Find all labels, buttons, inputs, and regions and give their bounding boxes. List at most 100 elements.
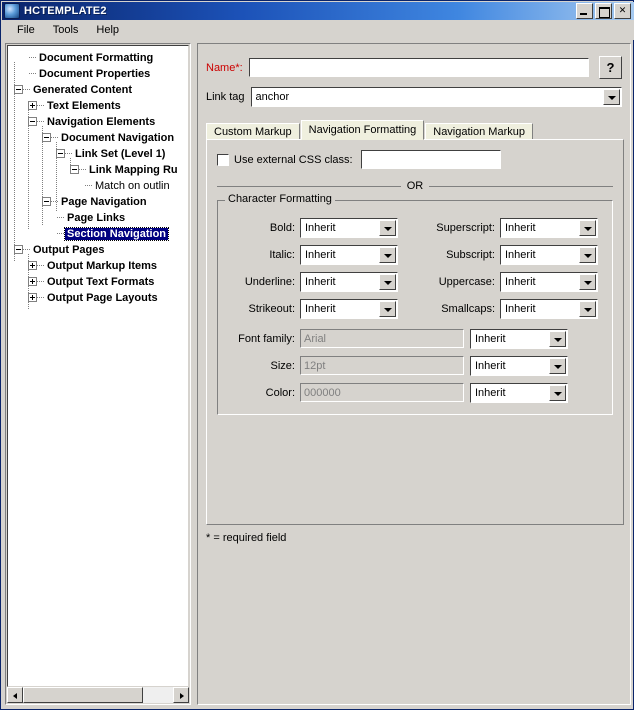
tree-node[interactable]: Document Formatting	[8, 50, 188, 66]
tree-node-label: Text Elements	[47, 100, 121, 112]
collapse-icon[interactable]	[14, 85, 23, 94]
tree-node[interactable]: Output Page Layouts	[8, 290, 188, 306]
char-combobox-right[interactable]: Inherit	[500, 298, 598, 319]
chevron-down-icon[interactable]	[602, 89, 620, 105]
char-combobox-right[interactable]: Inherit	[500, 244, 598, 265]
link-tag-combobox[interactable]: anchor	[250, 87, 622, 107]
maximize-button[interactable]	[595, 3, 612, 19]
char-label-left: Underline:	[244, 275, 295, 288]
separator-line-right	[429, 185, 613, 187]
collapse-icon[interactable]	[28, 117, 37, 126]
splitter-divider[interactable]	[191, 43, 196, 705]
tree-connector	[37, 121, 45, 122]
font-mode-combobox[interactable]: Inherit	[470, 355, 568, 376]
character-formatting-grid: Bold: Inherit Superscript: Inherit Italic: In…	[217, 214, 613, 322]
font-mode-combobox[interactable]: Inherit	[470, 382, 568, 403]
navigation-tree[interactable]: Document Formatting Document Properties Ge…	[8, 46, 188, 310]
menu-tools[interactable]: Tools	[44, 22, 88, 38]
chevron-down-icon[interactable]	[549, 357, 566, 374]
tab-navigation-markup[interactable]: Navigation Markup	[425, 123, 533, 140]
character-format-row: Bold: Inherit Superscript: Inherit	[217, 214, 613, 241]
char-combobox-left[interactable]: Inherit	[300, 217, 398, 238]
scroll-right-arrow-icon[interactable]	[173, 687, 189, 703]
tree-horizontal-scrollbar[interactable]	[7, 687, 189, 703]
tree-node[interactable]: Output Text Formats	[8, 274, 188, 290]
name-input[interactable]	[248, 58, 589, 77]
character-formatting-title: Character Formatting	[225, 193, 335, 205]
tree-viewport[interactable]: Document Formatting Document Properties Ge…	[7, 45, 189, 687]
tree-connector-vertical	[70, 158, 71, 174]
collapse-icon[interactable]	[70, 165, 79, 174]
char-combobox-right[interactable]: Inherit	[500, 217, 598, 238]
tree-node[interactable]: Page Links	[8, 210, 188, 226]
tree-node[interactable]: Document Navigation	[8, 130, 188, 146]
menu-file[interactable]: File	[8, 22, 44, 38]
chevron-down-icon[interactable]	[379, 300, 396, 317]
chevron-down-icon[interactable]	[379, 246, 396, 263]
chevron-down-icon[interactable]	[579, 300, 596, 317]
use-external-css-checkbox[interactable]	[217, 153, 229, 166]
scrollbar-thumb[interactable]	[23, 687, 143, 703]
font-value-input[interactable]	[300, 329, 464, 348]
expand-icon[interactable]	[28, 277, 37, 286]
tree-node[interactable]: Page Navigation	[8, 194, 188, 210]
help-button[interactable]: ?	[599, 56, 622, 79]
tree-node[interactable]: Text Elements	[8, 98, 188, 114]
collapse-icon[interactable]	[42, 133, 51, 142]
tree-connector-vertical	[28, 110, 29, 230]
font-value-input[interactable]	[300, 383, 464, 402]
css-class-input[interactable]	[360, 150, 501, 169]
chevron-down-icon[interactable]	[579, 273, 596, 290]
tab-navigation-formatting[interactable]: Navigation Formatting	[300, 120, 425, 140]
tab-strip: Custom Markup Navigation Formatting Navi…	[206, 120, 624, 140]
tree-node-label: Output Markup Items	[47, 260, 158, 272]
char-combobox-left[interactable]: Inherit	[300, 244, 398, 265]
chevron-down-icon[interactable]	[379, 273, 396, 290]
expand-icon[interactable]	[28, 293, 37, 302]
minimize-button[interactable]	[576, 3, 593, 19]
char-combobox-right[interactable]: Inherit	[500, 271, 598, 292]
expand-icon[interactable]	[28, 261, 37, 270]
char-value-right: Inherit	[505, 221, 536, 234]
character-format-row: Italic: Inherit Subscript: Inherit	[217, 241, 613, 268]
tree-node[interactable]: Navigation Elements	[8, 114, 188, 130]
font-mode-combobox[interactable]: Inherit	[470, 328, 568, 349]
tree-node[interactable]: Document Properties	[8, 66, 188, 82]
tree-node[interactable]: Link Set (Level 1)	[8, 146, 188, 162]
expand-icon[interactable]	[28, 101, 37, 110]
tree-node-label: Link Set (Level 1)	[75, 148, 166, 160]
chevron-down-icon[interactable]	[549, 330, 566, 347]
collapse-icon[interactable]	[56, 149, 65, 158]
collapse-icon[interactable]	[42, 197, 51, 206]
tree-node[interactable]: Section Navigation	[8, 226, 188, 242]
tree-node[interactable]: Match on outlin	[8, 178, 188, 194]
scroll-left-arrow-icon[interactable]	[7, 687, 23, 703]
char-combobox-left[interactable]: Inherit	[300, 271, 398, 292]
tree-node[interactable]: Output Pages	[8, 242, 188, 258]
window-controls	[576, 3, 631, 19]
separator-line-left	[217, 185, 401, 187]
menu-help[interactable]: Help	[87, 22, 128, 38]
tree-connector	[57, 233, 65, 234]
tree-node-label: Document Formatting	[39, 52, 154, 64]
tree-node[interactable]: Output Markup Items	[8, 258, 188, 274]
tab-custom-markup[interactable]: Custom Markup	[206, 123, 300, 140]
chevron-down-icon[interactable]	[579, 219, 596, 236]
char-combobox-left[interactable]: Inherit	[300, 298, 398, 319]
tree-node[interactable]: Generated Content	[8, 82, 188, 98]
tree-node-label: Output Text Formats	[47, 276, 155, 288]
character-format-row: Strikeout: Inherit Smallcaps: Inherit	[217, 295, 613, 322]
tree-connector-vertical	[42, 126, 43, 226]
close-button[interactable]	[614, 3, 631, 19]
scrollbar-track[interactable]	[23, 687, 173, 703]
tree-node[interactable]: Link Mapping Ru	[8, 162, 188, 178]
font-value-input[interactable]	[300, 356, 464, 375]
char-label-right: Superscript:	[436, 221, 495, 234]
char-value-left: Inherit	[305, 248, 336, 261]
chevron-down-icon[interactable]	[579, 246, 596, 263]
font-mode-value: Inherit	[475, 386, 506, 399]
collapse-icon[interactable]	[14, 245, 23, 254]
chevron-down-icon[interactable]	[549, 384, 566, 401]
chevron-down-icon[interactable]	[379, 219, 396, 236]
font-property-row: Size: Inherit	[217, 352, 613, 379]
